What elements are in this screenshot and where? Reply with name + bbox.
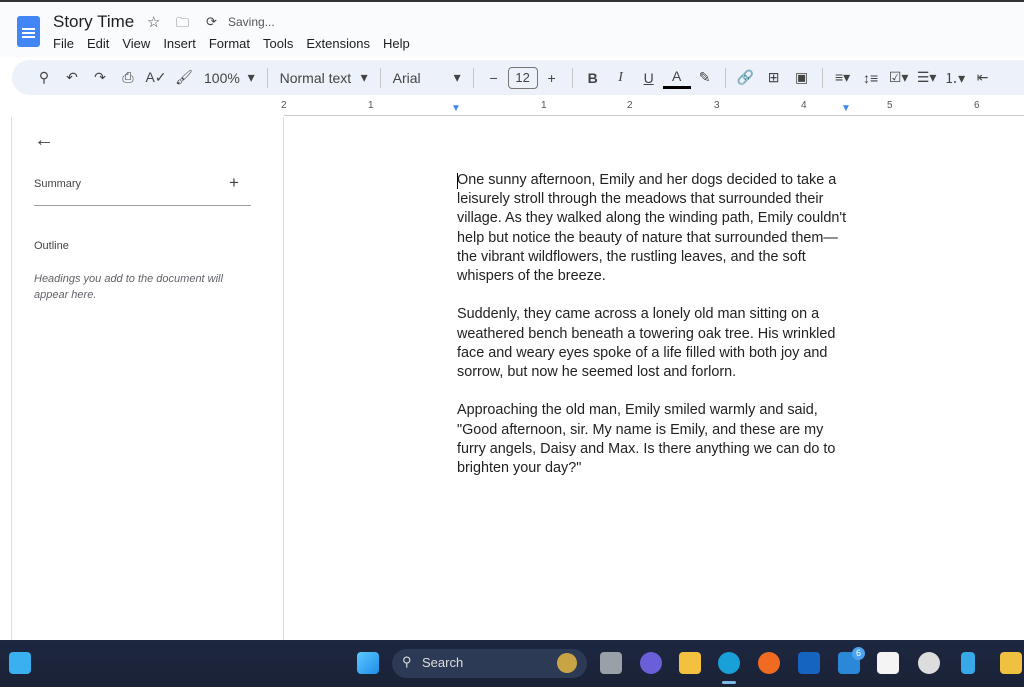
highlight-icon[interactable]: ✎ (691, 64, 719, 92)
star-icon[interactable]: ☆ (147, 13, 160, 31)
redo-icon[interactable]: ↷ (86, 64, 114, 92)
checklist-icon[interactable]: ☑▾ (885, 64, 913, 92)
divider (571, 67, 573, 88)
edge-icon[interactable] (718, 652, 740, 674)
outline-sidebar: ← Summary + Outline Headings you add to … (0, 117, 284, 640)
ruler-number: 6 (974, 100, 980, 111)
widgets-icon[interactable] (9, 652, 31, 674)
font-value: Arial (392, 69, 421, 86)
menu-bar: File Edit View Insert Format Tools Exten… (53, 36, 423, 51)
menu-help[interactable]: Help (383, 36, 410, 51)
search-box[interactable]: ⚲ Search (392, 649, 587, 678)
active-indicator (722, 681, 736, 684)
outlook-icon[interactable] (798, 652, 820, 674)
xbox-icon[interactable] (918, 652, 940, 674)
onedrive-folder-icon[interactable] (1000, 652, 1022, 674)
align-icon[interactable]: ≡▾ (829, 64, 857, 92)
divider (821, 67, 823, 88)
bulleted-list-icon[interactable]: ☰▾ (913, 64, 941, 92)
firefox-icon[interactable] (758, 652, 780, 674)
text-color-icon[interactable]: A (662, 67, 691, 89)
horizontal-ruler[interactable]: 2 1 ▼ 1 2 3 4 ▼ 5 6 (281, 100, 1024, 116)
bing-highlight-icon (557, 653, 577, 673)
comment-icon[interactable]: ⊞ (760, 64, 788, 92)
store-icon[interactable] (877, 652, 899, 674)
style-value: Normal text (279, 69, 352, 86)
divider (724, 67, 726, 88)
divider (472, 67, 474, 88)
file-explorer-icon[interactable] (679, 652, 701, 674)
decrease-font-size-button[interactable]: − (480, 64, 508, 92)
spellcheck-icon[interactable]: A✓ (142, 64, 170, 92)
paragraph[interactable]: One sunny afternoon, Emily and her dogs … (457, 171, 852, 286)
save-status: Saving... (228, 15, 275, 29)
sync-icon: ⟳ (206, 14, 217, 29)
link-icon[interactable]: 🔗 (732, 64, 760, 92)
search-icon: ⚲ (402, 654, 412, 669)
ruler-number: 4 (801, 100, 807, 111)
line-spacing-icon[interactable]: ↕≡ (857, 64, 885, 92)
bold-icon[interactable]: B (579, 64, 607, 92)
paragraph[interactable]: Suddenly, they came across a lonely old … (457, 305, 852, 382)
italic-icon[interactable]: I (607, 64, 635, 92)
document-title[interactable]: Story Time (53, 12, 134, 32)
title-bar: Story Time ☆ 🗀 ⟳ Saving... File Edit Vie… (0, 0, 1024, 57)
toolbar: ⚲ ↶ ↷ ⎙ A✓ 🖌 100% ▾ Normal text ▾ Arial ▾ … (12, 60, 1024, 95)
back-arrow-icon[interactable]: ← (34, 129, 54, 152)
undo-icon[interactable]: ↶ (58, 64, 86, 92)
paint-format-icon[interactable]: 🖌 (170, 64, 198, 92)
style-select[interactable]: Normal text ▾ (274, 64, 374, 92)
task-view-icon[interactable] (600, 652, 622, 674)
ruler-number: 1 (368, 100, 374, 111)
font-size-input[interactable]: 12 (507, 66, 538, 89)
ruler-number: 2 (281, 100, 287, 111)
search-icon[interactable]: ⚲ (30, 64, 58, 92)
document-body[interactable]: One sunny afternoon, Emily and her dogs … (457, 171, 852, 497)
image-icon[interactable]: ▣ (788, 64, 816, 92)
outline-label: Outline (34, 240, 69, 252)
divider (266, 67, 268, 88)
paragraph[interactable]: Approaching the old man, Emily smiled wa… (457, 401, 852, 478)
menu-extensions[interactable]: Extensions (306, 36, 370, 51)
left-indent-marker[interactable]: ▼ (451, 103, 461, 114)
increase-font-size-button[interactable]: + (538, 64, 566, 92)
menu-insert[interactable]: Insert (163, 36, 196, 51)
move-folder-icon[interactable]: 🗀 (176, 14, 189, 36)
text-cursor (457, 173, 458, 189)
taskbar: ⚲ Search 6 (0, 640, 1024, 687)
docs-logo-icon[interactable] (17, 16, 40, 47)
ruler-number: 1 (541, 100, 547, 111)
vertical-ruler[interactable] (0, 117, 12, 640)
divider (34, 205, 251, 206)
mail-badge: 6 (852, 647, 865, 660)
ruler-number: 5 (887, 100, 893, 111)
menu-view[interactable]: View (122, 36, 150, 51)
menu-format[interactable]: Format (209, 36, 250, 51)
numbered-list-icon[interactable]: ⒈▾ (941, 64, 969, 92)
zoom-value: 100% (204, 69, 240, 86)
zoom-select[interactable]: 100% ▾ (198, 64, 261, 92)
print-icon[interactable]: ⎙ (114, 64, 142, 92)
menu-file[interactable]: File (53, 36, 74, 51)
divider (379, 67, 381, 88)
summary-label: Summary (34, 178, 82, 190)
windows-start-icon[interactable] (357, 652, 379, 674)
teams-chat-icon[interactable] (640, 652, 662, 674)
menu-edit[interactable]: Edit (87, 36, 109, 51)
right-indent-marker[interactable]: ▼ (841, 103, 851, 114)
ruler-number: 2 (627, 100, 633, 111)
underline-icon[interactable]: U (635, 64, 663, 92)
phone-link-icon[interactable] (961, 652, 975, 674)
outline-hint: Headings you add to the document will ap… (34, 273, 223, 301)
add-summary-button[interactable]: + (229, 173, 239, 193)
search-label: Search (422, 655, 464, 670)
indent-icon[interactable]: ⇤ (969, 64, 997, 92)
menu-tools[interactable]: Tools (263, 36, 293, 51)
font-select[interactable]: Arial ▾ (387, 64, 467, 92)
ruler-number: 3 (714, 100, 720, 111)
